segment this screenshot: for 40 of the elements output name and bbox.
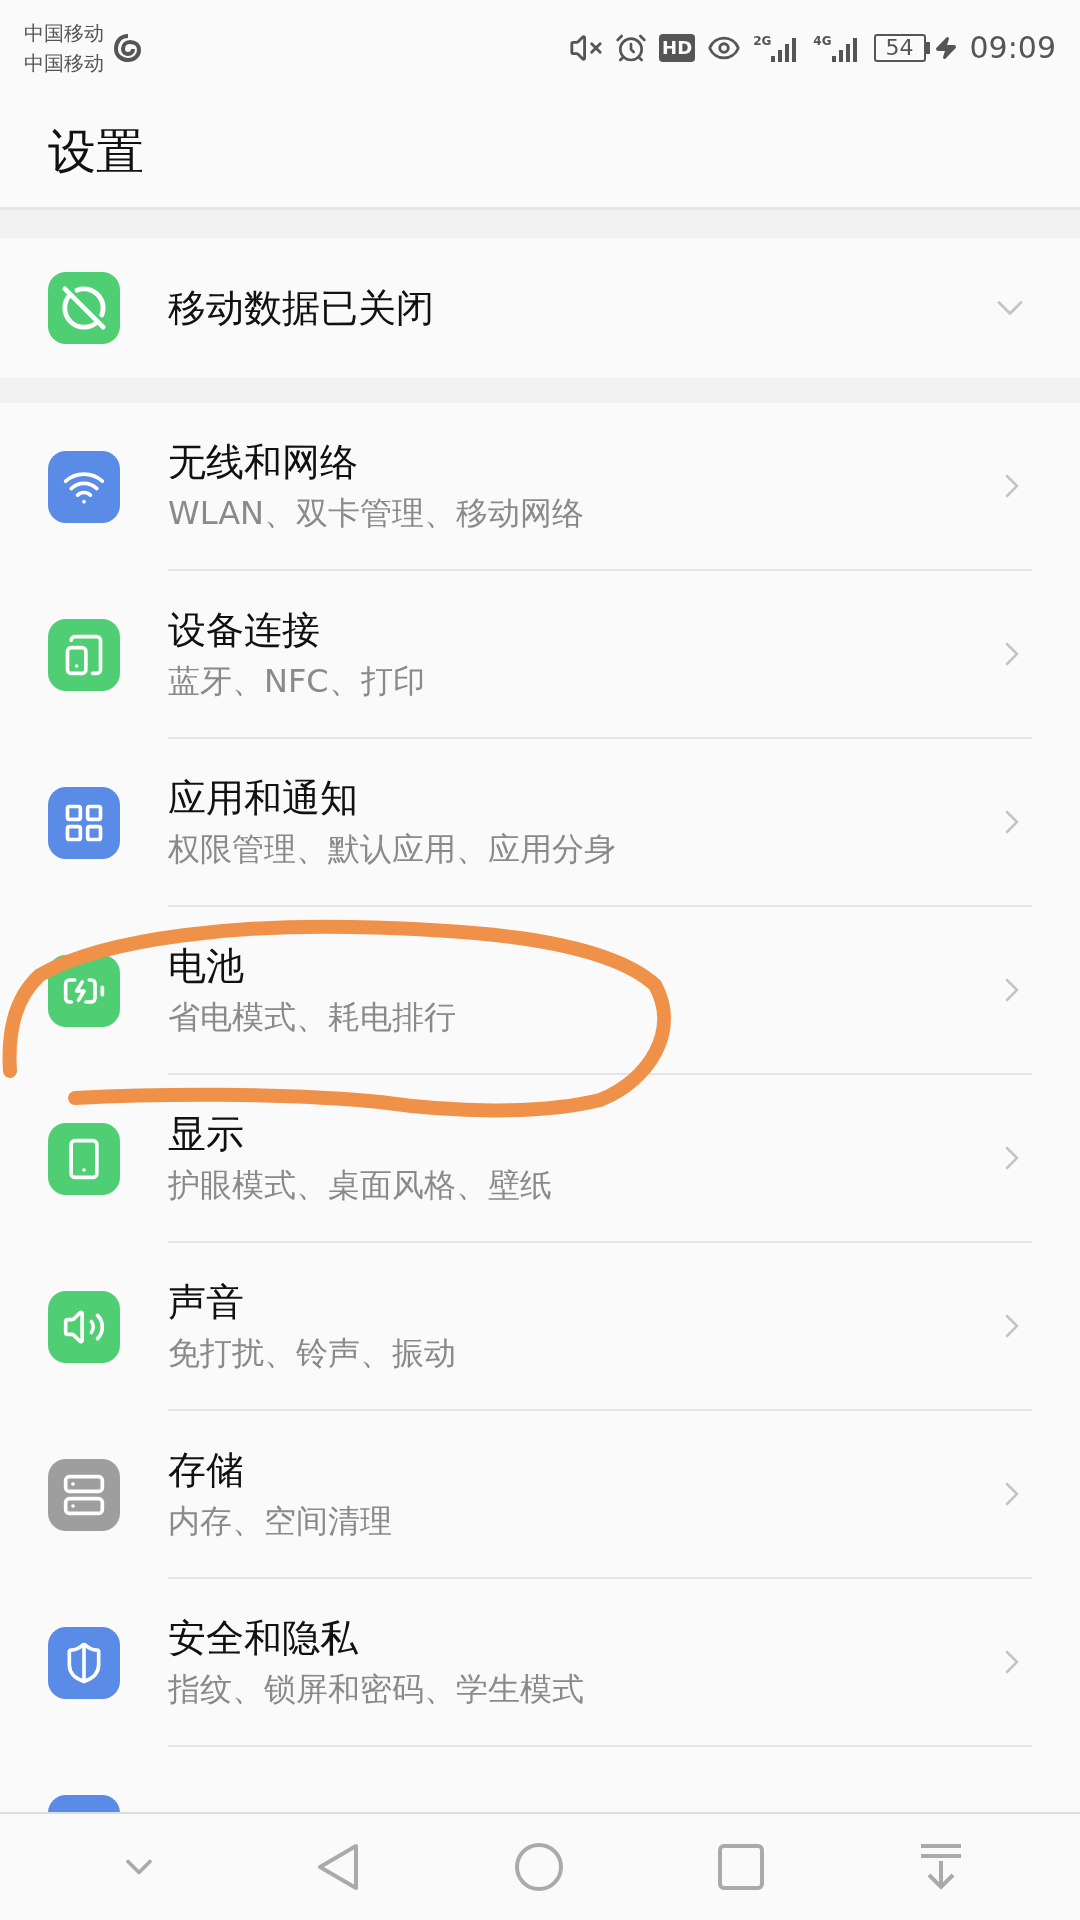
- page-title: 设置: [48, 122, 144, 181]
- swirl-icon: [112, 31, 144, 64]
- home-icon[interactable]: [513, 1842, 564, 1892]
- item-subtitle: 免打扰、铃声、振动: [168, 1333, 457, 1374]
- item-subtitle: 护眼模式、桌面风格、壁纸: [168, 1165, 553, 1206]
- settings-item[interactable]: 电池 省电模式、耗电排行: [0, 907, 1080, 1075]
- mobile-data-icon: [48, 272, 120, 344]
- clock: 09:09: [969, 29, 1056, 67]
- item-subtitle: 权限管理、默认应用、应用分身: [168, 829, 617, 870]
- carrier-name: 中国移动: [24, 19, 104, 47]
- notification-pull-icon[interactable]: [918, 1843, 963, 1891]
- settings-item[interactable]: 存储 内存、空间清理: [0, 1411, 1080, 1579]
- item-title: 设备连接: [168, 607, 321, 654]
- item-title: 存储: [168, 1447, 245, 1494]
- item-title: 显示: [168, 1111, 245, 1158]
- network-type: 4G: [813, 33, 832, 48]
- item-subtitle: 蓝牙、NFC、打印: [168, 661, 426, 702]
- item-title: 电池: [168, 943, 245, 990]
- settings-item[interactable]: 无线和网络 WLAN、双卡管理、移动网络: [0, 403, 1080, 571]
- item-title: 应用和通知: [168, 775, 359, 822]
- network-type: 2G: [753, 33, 772, 48]
- item-subtitle: WLAN、双卡管理、移动网络: [168, 493, 586, 534]
- settings-item[interactable]: 显示 护眼模式、桌面风格、壁纸: [0, 1075, 1080, 1243]
- item-subtitle: 内存、空间清理: [168, 1501, 393, 1542]
- battery-level: 54: [873, 33, 926, 62]
- charging-icon: [933, 35, 958, 60]
- carrier-name: 中国移动: [24, 49, 104, 77]
- settings-item[interactable]: 设备连接 蓝牙、NFC、打印: [0, 571, 1080, 739]
- recents-icon[interactable]: [718, 1844, 765, 1890]
- back-icon[interactable]: [315, 1842, 360, 1892]
- item-title: 安全和隐私: [168, 1615, 359, 1662]
- hd-badge: HD: [659, 33, 696, 62]
- settings-item[interactable]: 声音 免打扰、铃声、振动: [0, 1243, 1080, 1411]
- item-subtitle: 指纹、锁屏和密码、学生模式: [168, 1669, 585, 1710]
- item-title: 无线和网络: [168, 439, 359, 486]
- item-title: 声音: [168, 1279, 245, 1326]
- mobile-data-label: 移动数据已关闭: [168, 284, 435, 332]
- settings-item[interactable]: 安全和隐私 指纹、锁屏和密码、学生模式: [0, 1579, 1080, 1747]
- settings-item[interactable]: 应用和通知 权限管理、默认应用、应用分身: [0, 739, 1080, 907]
- item-subtitle: 省电模式、耗电排行: [168, 997, 457, 1038]
